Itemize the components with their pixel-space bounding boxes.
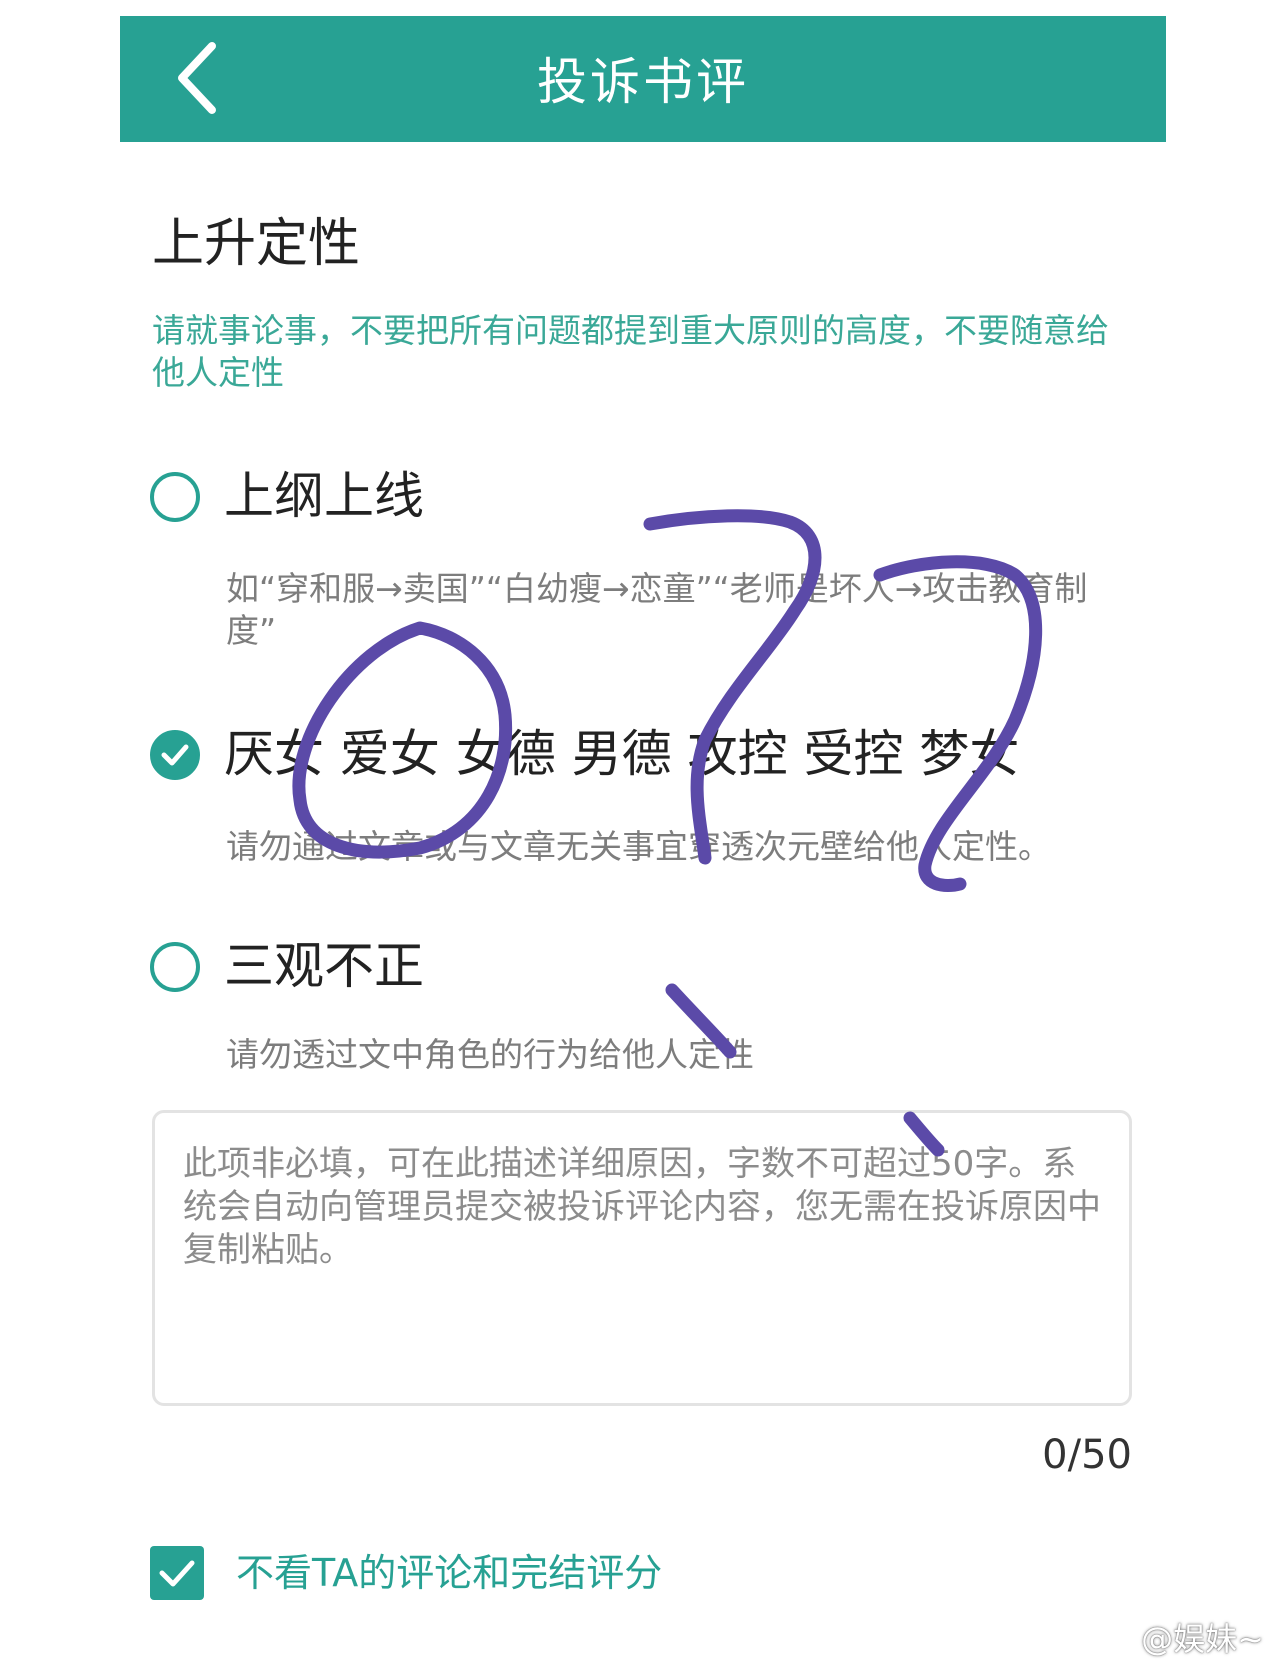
complaint-page: 投诉书评 上升定性 请就事论事，不要把所有问题都提到重大原则的高度，不要随意给他… <box>0 0 1284 1672</box>
page-title: 投诉书评 <box>537 53 749 111</box>
character-counter: 0/50 <box>1042 1432 1132 1478</box>
checkmark-icon <box>159 1560 195 1587</box>
option-label: 厌女 爱女 女德 男德 攻控 受控 梦女 <box>224 725 1020 783</box>
option-description: 请勿通过文章或与文章无关事宜穿透次元壁给他人定性。 <box>226 827 1051 866</box>
reason-placeholder: 此项非必填，可在此描述详细原因，字数不可超过50字。系统会自动向管理员提交被投诉… <box>183 1144 1101 1270</box>
radio-button[interactable] <box>150 942 200 992</box>
option-description: 请勿透过文中角色的行为给他人定性 <box>226 1035 754 1074</box>
option-description: 如“穿和服→卖国”“白幼瘦→恋童”“老师是坏人→攻击教育制度” <box>226 569 1088 650</box>
block-user-label: 不看TA的评论和完结评分 <box>236 1551 663 1595</box>
category-title: 上升定性 <box>152 214 361 274</box>
radio-button[interactable] <box>150 472 200 522</box>
watermark: @娱妹~ <box>1089 1620 1264 1658</box>
checkmark-icon <box>161 744 189 766</box>
option-label: 三观不正 <box>224 937 424 995</box>
top-bar: 投诉书评 <box>120 16 1166 142</box>
block-user-checkbox[interactable] <box>150 1546 204 1600</box>
category-description: 请就事论事，不要把所有问题都提到重大原则的高度，不要随意给他人定性 <box>152 311 1109 392</box>
reason-textarea[interactable]: 此项非必填，可在此描述详细原因，字数不可超过50字。系统会自动向管理员提交被投诉… <box>152 1110 1132 1406</box>
weibo-logo-icon <box>1090 1624 1132 1657</box>
watermark-text: @娱妹~ <box>1141 1620 1264 1658</box>
screen: 投诉书评 上升定性 请就事论事，不要把所有问题都提到重大原则的高度，不要随意给他… <box>0 0 1284 1672</box>
option-label: 上纲上线 <box>224 467 424 525</box>
radio-button-checked[interactable] <box>150 730 200 780</box>
